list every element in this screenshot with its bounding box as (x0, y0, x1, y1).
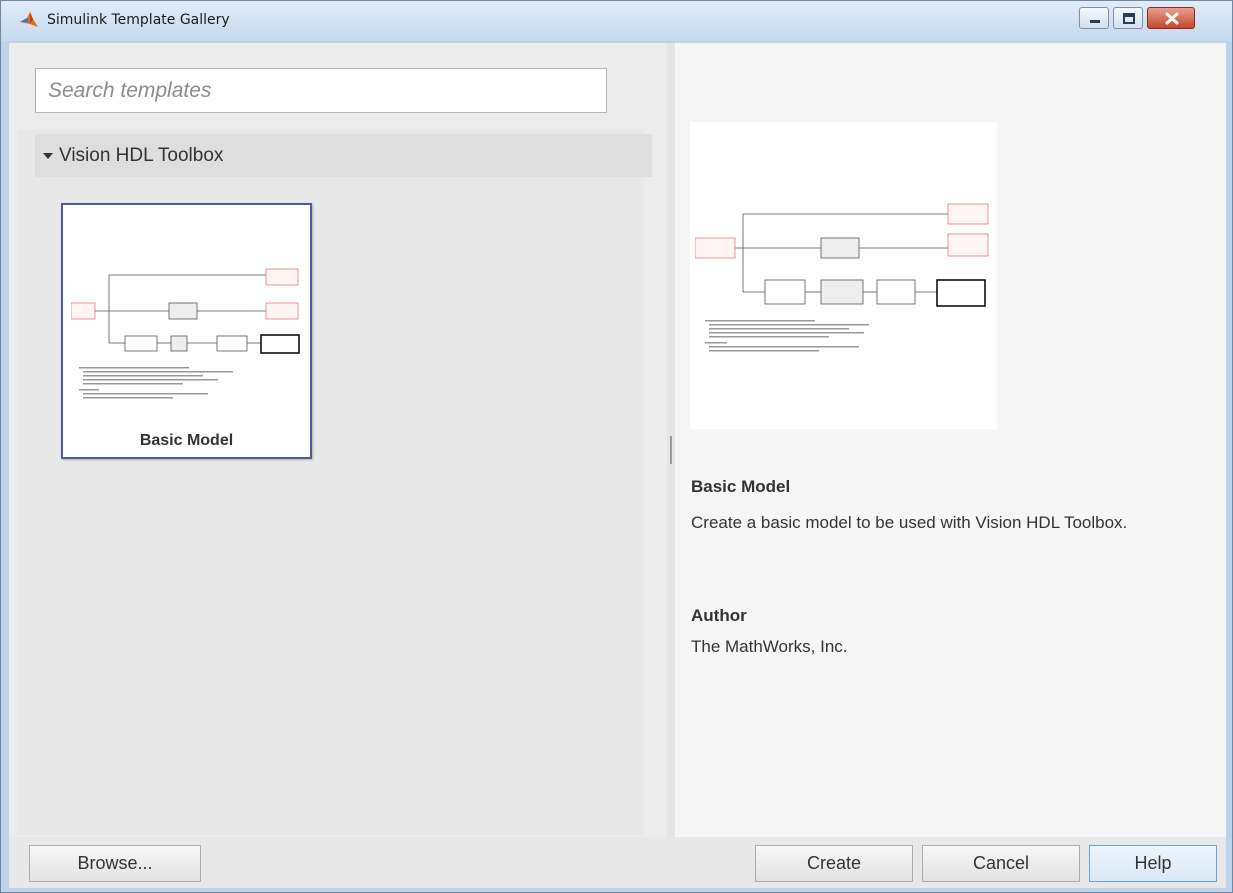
minimize-icon (1090, 20, 1100, 23)
model-preview-diagram (695, 203, 989, 352)
template-description: Create a basic model to be used with Vis… (691, 513, 1128, 532)
help-button[interactable]: Help (1089, 845, 1217, 882)
template-browser-pane: Vision HDL Toolbox (9, 43, 667, 837)
author-name: The MathWorks, Inc. (691, 637, 848, 656)
minimize-button[interactable] (1079, 7, 1109, 29)
cancel-button[interactable]: Cancel (922, 845, 1080, 882)
window-title: Simulink Template Gallery (47, 12, 230, 28)
pane-splitter[interactable] (667, 43, 675, 837)
browse-button[interactable]: Browse... (29, 845, 201, 882)
dialog-window: Simulink Template Gallery Search templat… (0, 0, 1233, 893)
title-bar[interactable]: Simulink Template Gallery (1, 1, 1232, 41)
search-input[interactable] (35, 68, 607, 113)
button-bar: Browse... Create Cancel Help (9, 837, 1226, 888)
group-header-vision-hdl-toolbox[interactable]: Vision HDL Toolbox (35, 134, 652, 177)
caret-down-icon (43, 153, 53, 159)
template-card-basic-model[interactable]: Basic Model (61, 203, 312, 459)
template-preview-image (690, 122, 997, 429)
group-label: Vision HDL Toolbox (59, 145, 224, 166)
template-title: Basic Model (691, 477, 791, 496)
maximize-button[interactable] (1113, 7, 1143, 29)
close-icon (1165, 12, 1179, 25)
create-button[interactable]: Create (755, 845, 913, 882)
model-thumbnail (71, 268, 300, 399)
close-button[interactable] (1147, 7, 1195, 29)
template-card-label: Basic Model (139, 432, 234, 449)
splitter-grip[interactable] (670, 436, 672, 464)
author-heading: Author (691, 606, 747, 625)
matlab-membrane-icon (20, 12, 38, 27)
template-details-pane: Basic Model Create a basic model to be u… (675, 43, 1226, 837)
maximize-icon (1123, 13, 1135, 24)
